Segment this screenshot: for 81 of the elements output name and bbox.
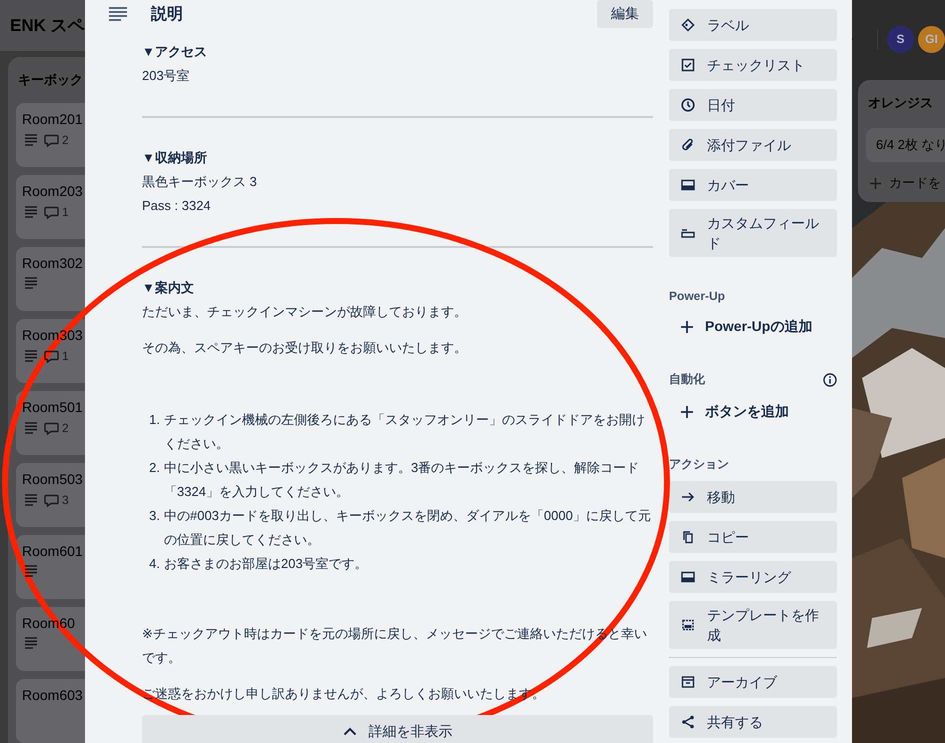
card-title: Room302 [22, 255, 84, 271]
section-title: 説明 [151, 4, 184, 24]
sidebar-button[interactable]: コピー [669, 521, 837, 553]
collapse-button[interactable]: 詳細を非表示 [142, 715, 653, 743]
archive-icon [681, 675, 695, 689]
card[interactable]: Room601 [16, 535, 85, 599]
description-text: 203号室 [142, 67, 191, 85]
info-icon[interactable] [823, 372, 837, 386]
plus-icon [681, 406, 693, 418]
card-cover-icon [681, 178, 695, 192]
comment-icon [44, 134, 59, 146]
card[interactable]: Room503 3 [16, 463, 85, 527]
description-text: 黒色キーボックス 3 [142, 173, 258, 191]
step-number: 2. [148, 459, 161, 477]
sidebar-button[interactable]: 共有する [669, 706, 837, 738]
sidebar-button[interactable]: カスタムフィールド [669, 209, 837, 257]
share-icon [681, 715, 695, 729]
step-text: チェックイン機械の左側後ろにある「スタッフオンリー」のスライドドアをお開けください。 [164, 411, 646, 453]
comment-icon [44, 494, 59, 506]
plus-icon [870, 178, 881, 188]
plus-icon [681, 321, 693, 333]
copy-icon [681, 530, 695, 544]
add-power-up-button[interactable]: Power-Upの追加 [669, 311, 837, 343]
comment-count: 2 [62, 133, 69, 147]
member-avatar[interactable]: S [887, 26, 914, 52]
tag-icon [681, 18, 695, 32]
paragraph: ただいま、チェックインマシーンが故障しております。 [142, 303, 468, 321]
comment-count: 1 [62, 205, 69, 219]
sidebar-button[interactable]: ラベル [669, 9, 837, 41]
edit-button[interactable]: 編集 [597, 0, 653, 28]
card-title: Room501 [22, 399, 84, 415]
description-icon [109, 7, 127, 21]
sidebar-button[interactable]: 添付ファイル [669, 129, 837, 161]
sidebar-button[interactable]: ミラーリング [669, 561, 837, 593]
section-heading: 自動化 [669, 371, 705, 388]
comment-count: 1 [62, 349, 69, 363]
section-heading: ▼収納場所 [142, 149, 208, 167]
step-number: 1. [148, 411, 161, 429]
sidebar-button[interactable]: テンプレートを作成 [669, 601, 837, 649]
sidebar-button[interactable]: カバー [669, 169, 837, 201]
template-icon [681, 618, 695, 632]
card-title: Room603 [22, 687, 84, 703]
step-text: お客さまのお部屋は203号室です。 [164, 555, 368, 573]
card-title: Room201 [22, 111, 84, 127]
comment-count: 3 [62, 493, 69, 507]
card-title: Room203 [22, 183, 84, 199]
clock-icon [681, 98, 695, 112]
section-heading: アクション [669, 456, 730, 473]
comment-icon [44, 206, 59, 218]
step-number: 3. [148, 507, 161, 525]
add-button-button[interactable]: ボタンを追加 [669, 396, 837, 428]
sidebar-button[interactable]: 日付 [669, 89, 837, 121]
step-number: 4. [148, 555, 161, 573]
section-heading: ▼案内文 [142, 279, 195, 297]
section-heading: Power-Up [669, 289, 726, 303]
list-title: キーボック [17, 71, 84, 89]
comment-count: 2 [62, 421, 69, 435]
sidebar-button[interactable]: アーカイブ [669, 666, 837, 698]
paperclip-icon [681, 138, 695, 152]
card[interactable]: Room501 2 [16, 391, 85, 455]
paragraph: その為、スペアキーのお受け取りをお願いいたします。 [142, 339, 468, 357]
card-cover-icon [681, 570, 695, 584]
card-title: Room503 [22, 471, 84, 487]
card[interactable]: Room201 2 [16, 103, 85, 167]
step-text: 中の#003カードを取り出し、キーボックスを閉め、ダイアルを「0000」に戻して元の位置に戻してください。 [164, 507, 652, 549]
step-text: 中に小さい黒いキーボックスがあります。3番のキーボックスを探し、解除コード「3324」を入力してください。 [164, 459, 640, 501]
board-title: ENK スペ [10, 15, 85, 37]
card[interactable]: Room203 1 [16, 175, 85, 239]
arrow-right-icon [681, 490, 695, 504]
card[interactable]: Room302 [16, 247, 85, 311]
sidebar-button[interactable]: 移動 [669, 481, 837, 513]
chevron-up-icon [342, 726, 356, 736]
checkbox-icon [681, 58, 695, 72]
description-text: Pass : 3324 [142, 197, 212, 215]
card-title: Room601 [22, 543, 84, 559]
comment-icon [44, 422, 59, 434]
sidebar-button[interactable]: チェックリスト [669, 49, 837, 81]
section-heading: ▼アクセス [142, 43, 208, 61]
comment-icon [44, 350, 59, 362]
card[interactable]: Room603 [16, 679, 85, 743]
list-title: オレンジス [867, 94, 934, 112]
